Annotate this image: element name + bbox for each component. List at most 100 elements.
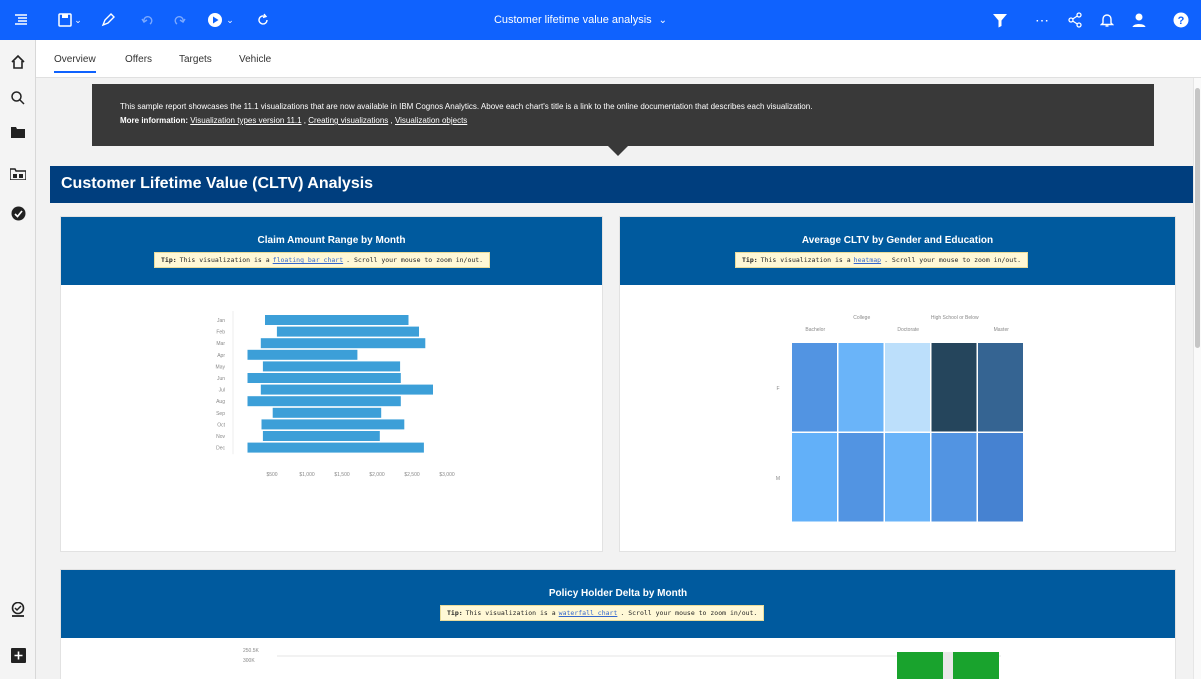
x-tick-label: $2,500 [404, 472, 420, 478]
y-tick-label: Feb [216, 330, 225, 336]
y-tick-label: Jan [217, 318, 225, 324]
bar [272, 407, 382, 418]
link-visualization-objects[interactable]: Visualization objects [395, 116, 467, 125]
tip-box: Tip: This visualization is a waterfall c… [440, 605, 765, 621]
link-visualization-types[interactable]: Visualization types version 11.1 [190, 116, 301, 125]
heatmap-cell [931, 343, 977, 432]
notification-icon[interactable] [1092, 0, 1122, 40]
card-title: Claim Amount Range by Month [257, 235, 406, 246]
waterfall-bar [953, 652, 999, 679]
info-tooltip: This sample report showcases the 11.1 vi… [92, 84, 1154, 146]
filter-icon[interactable] [985, 0, 1015, 40]
row-label: F [776, 386, 779, 392]
home-icon[interactable] [0, 46, 36, 78]
tab-vehicle[interactable]: Vehicle [239, 54, 271, 65]
heatmap-cell [978, 343, 1023, 432]
search-icon[interactable] [0, 82, 36, 114]
waterfall-chart-link[interactable]: waterfall chart [559, 609, 618, 617]
y-tick-label: Jun [217, 376, 225, 382]
run-menu-chevron-icon[interactable]: ⌄ [222, 0, 238, 40]
waterfall-chart[interactable]: 250.5K 300K [61, 638, 1177, 679]
bar [247, 396, 401, 407]
x-tick-label: $2,000 [369, 472, 385, 478]
column-label: Doctorate [897, 327, 919, 333]
tip-box: Tip: This visualization is a heatmap . S… [735, 252, 1029, 268]
link-creating-visualizations[interactable]: Creating visualizations [308, 116, 388, 125]
card-header: Claim Amount Range by Month Tip: This vi… [61, 217, 602, 285]
section-title: Customer Lifetime Value (CLTV) Analysis [50, 166, 1193, 203]
column-label: Master [994, 327, 1010, 333]
x-tick-label: $500 [266, 472, 277, 478]
claim-range-card: Claim Amount Range by Month Tip: This vi… [60, 216, 603, 552]
bar [276, 326, 419, 337]
cltv-heatmap-card: Average CLTV by Gender and Education Tip… [619, 216, 1176, 552]
scrollbar-thumb[interactable] [1195, 88, 1200, 348]
tab-offers[interactable]: Offers [125, 54, 152, 65]
tooltip-arrow [608, 146, 628, 156]
waterfall-connector [943, 652, 953, 679]
bar [260, 338, 426, 349]
team-content-folder-icon[interactable] [0, 158, 36, 190]
save-menu-chevron-icon[interactable]: ⌄ [70, 0, 86, 40]
title-chevron-icon[interactable]: ⌄ [659, 15, 667, 26]
refresh-icon[interactable] [248, 0, 278, 40]
vertical-scrollbar[interactable] [1193, 78, 1201, 679]
row-label: M [776, 476, 780, 482]
policy-delta-card: Policy Holder Delta by Month Tip: This v… [60, 569, 1176, 679]
y-tick-label: Oct [217, 422, 225, 428]
report-tabs: Overview Offers Targets Vehicle [36, 40, 1201, 78]
bar [247, 349, 358, 360]
heatmap-cell [885, 343, 930, 432]
user-icon[interactable] [1124, 0, 1154, 40]
new-icon[interactable] [0, 639, 36, 671]
tab-overview[interactable]: Overview [54, 54, 96, 73]
manage-icon[interactable] [0, 594, 36, 626]
y-tick-label: May [216, 364, 226, 370]
tip-box: Tip: This visualization is a floating ba… [154, 252, 491, 268]
y-tick-label: 300K [243, 658, 255, 664]
heatmap-link[interactable]: heatmap [854, 256, 881, 264]
more-info-label: More information: [120, 116, 188, 125]
heatmap-cell [792, 343, 837, 432]
report-canvas: This sample report showcases the 11.1 vi… [36, 78, 1193, 679]
redo-icon[interactable] [165, 0, 195, 40]
menu-icon[interactable] [6, 0, 36, 40]
floating-bar-chart-link[interactable]: floating bar chart [273, 256, 343, 264]
heatmap-cell [931, 433, 977, 522]
column-label: Bachelor [805, 327, 825, 333]
y-tick-label: Mar [216, 341, 225, 347]
floating-bar-chart[interactable]: Jan Feb Mar Apr May Jun Jul Aug Sep Oct Nov Dec $500… [61, 285, 604, 553]
x-tick-label: $1,000 [299, 472, 315, 478]
tab-targets[interactable]: Targets [179, 54, 212, 65]
column-label: High School or Below [931, 315, 979, 321]
y-tick-label: Nov [216, 434, 225, 440]
heatmap-cell [838, 433, 884, 522]
y-tick-label: Sep [216, 411, 225, 417]
y-tick-label: Dec [216, 446, 225, 452]
card-title: Average CLTV by Gender and Education [801, 235, 994, 246]
bar [265, 315, 409, 325]
card-title: Policy Holder Delta by Month [548, 588, 688, 599]
share-icon[interactable] [1060, 0, 1090, 40]
bar [262, 361, 401, 372]
heatmap-chart[interactable]: Bachelor College Doctorate High School or B… [620, 285, 1177, 553]
heatmap-cell [885, 433, 930, 522]
column-label: College [853, 315, 870, 321]
help-icon[interactable]: ? [1166, 0, 1196, 40]
y-tick-label: Aug [216, 399, 225, 405]
svg-text:?: ? [1178, 15, 1185, 27]
more-icon[interactable]: ⋯ [1027, 0, 1057, 40]
heatmap-cell [978, 433, 1023, 522]
heatmap-cell [838, 343, 884, 432]
edit-icon[interactable] [93, 0, 123, 40]
recent-icon[interactable] [0, 197, 36, 229]
heatmap-cell [792, 433, 837, 522]
bar [262, 431, 380, 441]
report-title[interactable]: Customer lifetime value analysis [494, 14, 652, 26]
my-content-folder-icon[interactable] [0, 116, 36, 148]
top-toolbar: ⌄ ⌄ Customer lifetime value analysis ⌄ ⋯… [0, 0, 1201, 40]
y-tick-label: Apr [217, 353, 225, 359]
bar [260, 384, 433, 395]
bar [247, 373, 401, 383]
undo-icon[interactable] [132, 0, 162, 40]
